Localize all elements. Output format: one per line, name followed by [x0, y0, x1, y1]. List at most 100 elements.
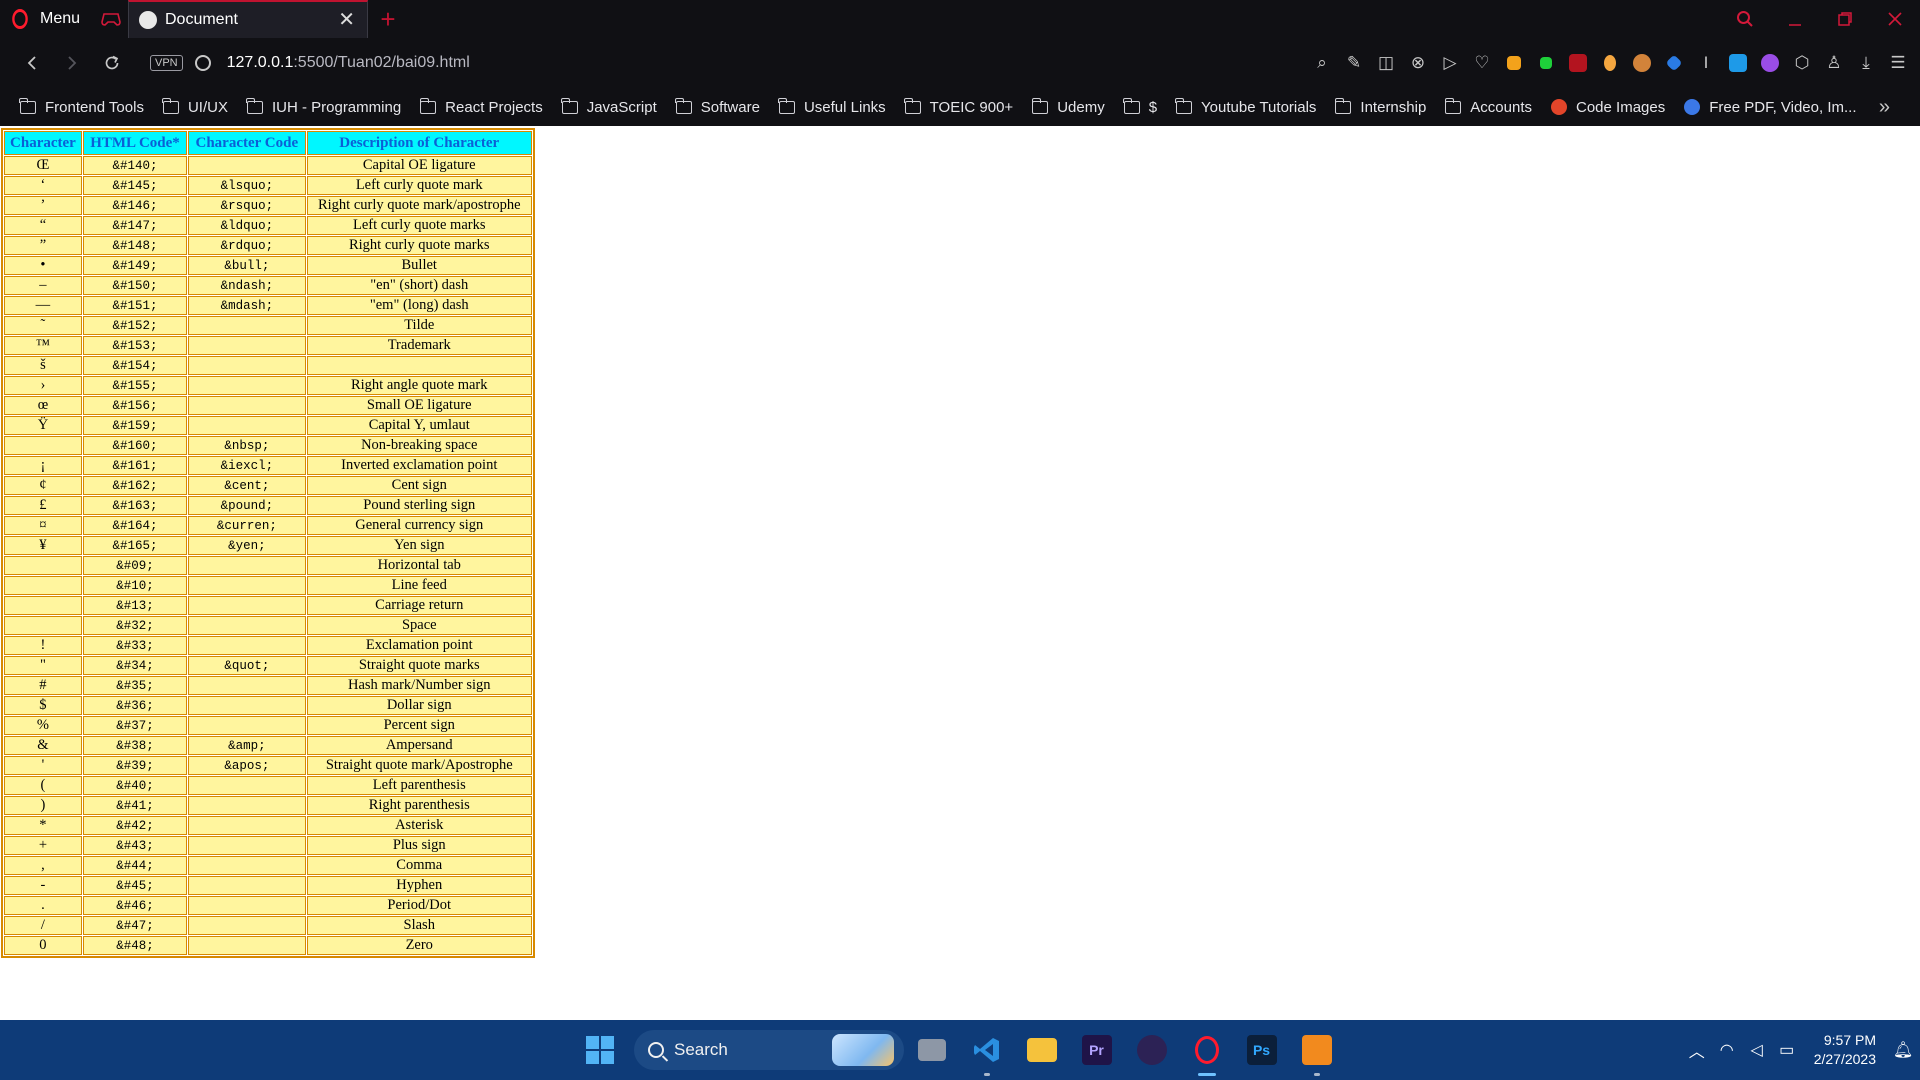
download-icon[interactable]: ⤓ — [1850, 47, 1882, 79]
cell-character: — — [4, 296, 82, 315]
cell-description: Cent sign — [306, 476, 532, 495]
table-row: š &#154; — [4, 356, 532, 375]
extensions-cube-icon[interactable]: ⬡ — [1786, 47, 1818, 79]
easy-setup-icon[interactable]: ☰ — [1882, 47, 1914, 79]
cell-character — [4, 596, 82, 615]
folder-icon — [778, 97, 795, 114]
cell-description: Percent sign — [306, 716, 532, 735]
forward-button[interactable] — [52, 43, 92, 83]
pdf-app[interactable] — [1289, 1020, 1344, 1080]
table-row: &#32; Space — [4, 616, 532, 635]
notification-bell-icon[interactable]: 🔔︎ — [1886, 1040, 1920, 1060]
cell-description: Space — [306, 616, 532, 635]
cell-character: / — [4, 916, 82, 935]
heart-icon[interactable]: ♡ — [1466, 47, 1498, 79]
ublock-icon[interactable] — [1562, 47, 1594, 79]
tab-close-icon[interactable]: ✕ — [338, 10, 355, 30]
cell-character-code: &rdquo; — [188, 236, 306, 255]
bookmark-item[interactable]: Frontend Tools — [19, 97, 144, 116]
cell-character: ˜ — [4, 316, 82, 335]
arrow-extension-icon[interactable] — [1658, 47, 1690, 79]
bookmark-item[interactable]: Useful Links — [778, 97, 886, 116]
taskbar-search[interactable]: Search — [634, 1030, 904, 1070]
send-icon[interactable]: ▷ — [1434, 47, 1466, 79]
zoom-icon[interactable]: ⌕ — [1306, 47, 1338, 79]
clock[interactable]: 9:57 PM 2/27/2023 — [1814, 1031, 1876, 1069]
back-button[interactable] — [12, 43, 52, 83]
cell-character-code — [188, 576, 306, 595]
drop-extension-icon[interactable] — [1722, 47, 1754, 79]
bookmark-item[interactable]: UI/UX — [162, 97, 228, 116]
vpn-badge[interactable]: VPN — [150, 55, 183, 71]
eclipse-app[interactable] — [1124, 1020, 1179, 1080]
cell-character: % — [4, 716, 82, 735]
tab-title: Document — [165, 11, 238, 28]
table-row: ˜ &#152; Tilde — [4, 316, 532, 335]
premiere-pro-app[interactable]: Pr — [1069, 1020, 1124, 1080]
tab-document[interactable]: Document ✕ — [128, 0, 368, 38]
folder-icon — [675, 97, 692, 114]
task-view-app[interactable] — [904, 1020, 959, 1080]
bookmark-item[interactable]: React Projects — [419, 97, 543, 116]
battery-icon[interactable]: ▭ — [1772, 1040, 1802, 1060]
cell-html-code: &#147; — [82, 216, 188, 235]
bookmark-item[interactable]: Accounts — [1444, 97, 1532, 116]
camera-icon[interactable]: ◫ — [1370, 47, 1402, 79]
edit-icon[interactable]: ✎ — [1338, 47, 1370, 79]
purple-extension-icon[interactable] — [1754, 47, 1786, 79]
cookie-icon[interactable] — [1626, 47, 1658, 79]
cell-html-code: &#09; — [82, 556, 188, 575]
bookmark-label: TOEIC 900+ — [929, 98, 1014, 116]
wifi-icon[interactable]: ◠ — [1712, 1040, 1742, 1060]
cell-description: Slash — [306, 916, 532, 935]
cell-character-code — [188, 596, 306, 615]
bookmark-item[interactable]: $ — [1123, 97, 1157, 116]
close-window-button[interactable] — [1870, 0, 1920, 38]
opera-app[interactable] — [1179, 1020, 1234, 1080]
restore-button[interactable] — [1820, 0, 1870, 38]
search-tabs-icon[interactable] — [1720, 0, 1770, 38]
bookmark-item[interactable]: Free PDF, Video, Im... — [1684, 99, 1857, 116]
pick-extension-icon[interactable] — [1498, 47, 1530, 79]
bookmark-item[interactable]: JavaScript — [561, 97, 657, 116]
cell-character-code — [188, 616, 306, 635]
bookmark-item[interactable]: Software — [675, 97, 760, 116]
green-extension-icon[interactable] — [1530, 47, 1562, 79]
extensions-toolbar: ⌕ ✎ ◫ ⊗ ▷ ♡ I ⬡ ♙ ⤓ ☰ — [1306, 47, 1920, 79]
search-icon — [648, 1042, 664, 1058]
gx-control-icon[interactable] — [94, 0, 128, 38]
bookmark-item[interactable]: Code Images — [1551, 99, 1665, 116]
photoshop-app[interactable]: Ps — [1234, 1020, 1289, 1080]
pdf-app-icon — [1301, 1035, 1332, 1065]
more-bookmarks-chevron-icon[interactable]: » — [1879, 96, 1890, 119]
show-hidden-icons-chevron-icon[interactable]: ︿ — [1682, 1038, 1712, 1062]
orange-extension-icon[interactable] — [1594, 47, 1626, 79]
cell-html-code: &#163; — [82, 496, 188, 515]
bookmark-item[interactable]: IUH - Programming — [246, 97, 401, 116]
table-row: ‘&#145; &lsquo; Left curly quote mark — [4, 176, 532, 195]
ad-block-icon[interactable]: ⊗ — [1402, 47, 1434, 79]
cursor-extension-icon[interactable]: I — [1690, 47, 1722, 79]
folder-icon — [246, 97, 263, 114]
volume-icon[interactable]: ◁ — [1742, 1040, 1772, 1060]
cell-character: – — [4, 276, 82, 295]
bookmark-item[interactable]: Youtube Tutorials — [1175, 97, 1316, 116]
start-button[interactable] — [580, 1030, 620, 1070]
new-tab-button[interactable]: + — [368, 0, 408, 38]
reload-button[interactable] — [92, 43, 132, 83]
table-row: Ÿ &#159; Capital Y, umlaut — [4, 416, 532, 435]
opera-menu-button[interactable]: Menu — [0, 0, 94, 38]
file-explorer-app[interactable] — [1014, 1020, 1069, 1080]
folder-icon — [561, 97, 578, 114]
site-info-icon[interactable] — [194, 55, 211, 71]
bookmark-item[interactable]: Udemy — [1031, 97, 1105, 116]
profile-icon[interactable]: ♙ — [1818, 47, 1850, 79]
cell-character-code: &mdash; — [188, 296, 306, 315]
bookmark-item[interactable]: Internship — [1334, 97, 1426, 116]
bookmark-item[interactable]: TOEIC 900+ — [904, 97, 1014, 116]
vscode-app[interactable] — [959, 1020, 1014, 1080]
cell-character-code: &bull; — [188, 256, 306, 275]
premiere-pro-icon: Pr — [1081, 1035, 1112, 1065]
minimize-button[interactable] — [1770, 0, 1820, 38]
url-field[interactable]: 127.0.0.1:5500/Tuan02/bai09.html — [227, 54, 470, 72]
